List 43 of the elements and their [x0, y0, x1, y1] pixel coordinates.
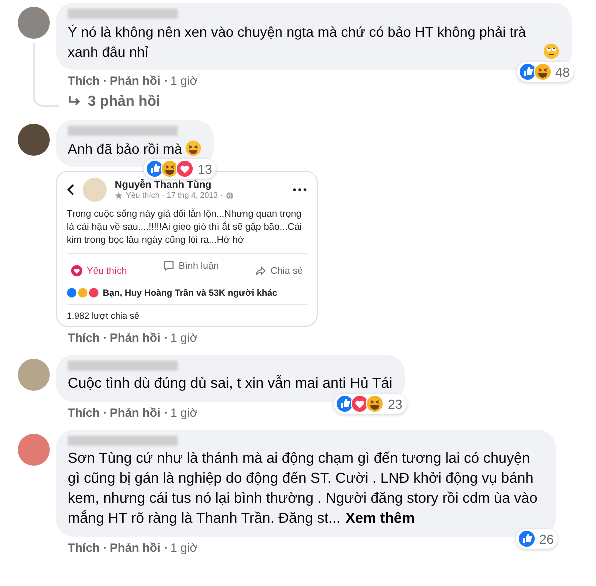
comment-time: 1 giờ: [170, 406, 198, 420]
eye-roll-face-icon: [543, 43, 560, 60]
reaction-count[interactable]: 13: [144, 159, 216, 179]
see-more-link[interactable]: Xem thêm: [346, 511, 416, 527]
comment-time: 1 giờ: [170, 331, 198, 345]
reaction-count[interactable]: 23: [334, 394, 407, 414]
comment-action-link[interactable]: Phản hồi: [110, 541, 161, 555]
comment-action-link[interactable]: Phản hồi: [110, 74, 161, 88]
post-author: Nguyễn Thanh Tùng: [115, 180, 213, 191]
reaction-count[interactable]: 48: [516, 62, 574, 82]
comment-action-link[interactable]: Thích: [68, 406, 100, 420]
avatar: [83, 178, 107, 202]
avatar: [18, 7, 50, 39]
view-replies-link[interactable]: 3 phản hồi: [56, 88, 172, 110]
post-meta: Yêu thích · 17 thg 4, 2013 ·: [126, 191, 223, 200]
post-text: Trong cuộc sống này giả dối lẫn lộn...Nhưng quan trọng là cái hậu về sau....!!!!!Ai gieo gió thì ắt sẽ gặp bão...Cái kim trong bọc lâu ngày cũng lòi ra...Hờ hờ: [67, 208, 304, 247]
comment-action-link[interactable]: Thích: [68, 331, 100, 345]
share-arrow-icon: [254, 265, 267, 277]
comment-text: Ý nó là không nên xen vào chuyện ngta mà chứ có bảo HT không phải trà xanh đâu nhỉ: [68, 23, 528, 62]
avatar: [18, 434, 50, 466]
comment-time: 1 giờ: [170, 541, 198, 555]
share-count: 1.982 lượt chia sẻ: [67, 304, 307, 321]
comment-text: Sơn Tùng cứ như là thánh mà ai động chạm gì đến tương lai có chuyện gì cũng bị gán là nghiệp do động đến ST. Cười . LNĐ khởi động vụ bánh kem, nhưng cái tus nó lại bình thường . Người đăng story rồi cdm ùa vào mắng HT rõ ràng là Thanh Trần. Đăng st... Xem thêm: [68, 451, 538, 527]
comment-action-link[interactable]: Phản hồi: [110, 331, 161, 345]
star-icon: [115, 192, 123, 200]
post-action-label[interactable]: Bình luận: [178, 260, 220, 272]
comment-action-link[interactable]: Phản hồi: [110, 406, 161, 420]
comment-time: 1 giờ: [170, 74, 198, 88]
post-action-label[interactable]: Yêu thích: [87, 266, 128, 276]
comment-action-link[interactable]: Thích: [68, 541, 100, 555]
comment-action-link[interactable]: Thích: [68, 74, 100, 88]
reaction-count[interactable]: 26: [516, 529, 558, 549]
more-options-icon: [293, 188, 307, 192]
avatar: [18, 359, 50, 391]
reply-arrow-icon: [68, 96, 82, 108]
speech-bubble-icon: [162, 260, 175, 272]
avatar: [18, 124, 50, 156]
back-chevron-icon: [67, 184, 75, 196]
globe-icon: [226, 192, 234, 200]
reaction-summary: Bạn, Huy Hoàng Trần và 53K người khác: [103, 288, 278, 298]
comment-text: Cuộc tình dù đúng dù sai, t xin vẫn mai anti Hủ Tái: [68, 376, 393, 392]
comment-text: Anh đã bảo rồi mà: [68, 140, 182, 159]
post-action-label[interactable]: Chia sẻ: [270, 266, 303, 276]
